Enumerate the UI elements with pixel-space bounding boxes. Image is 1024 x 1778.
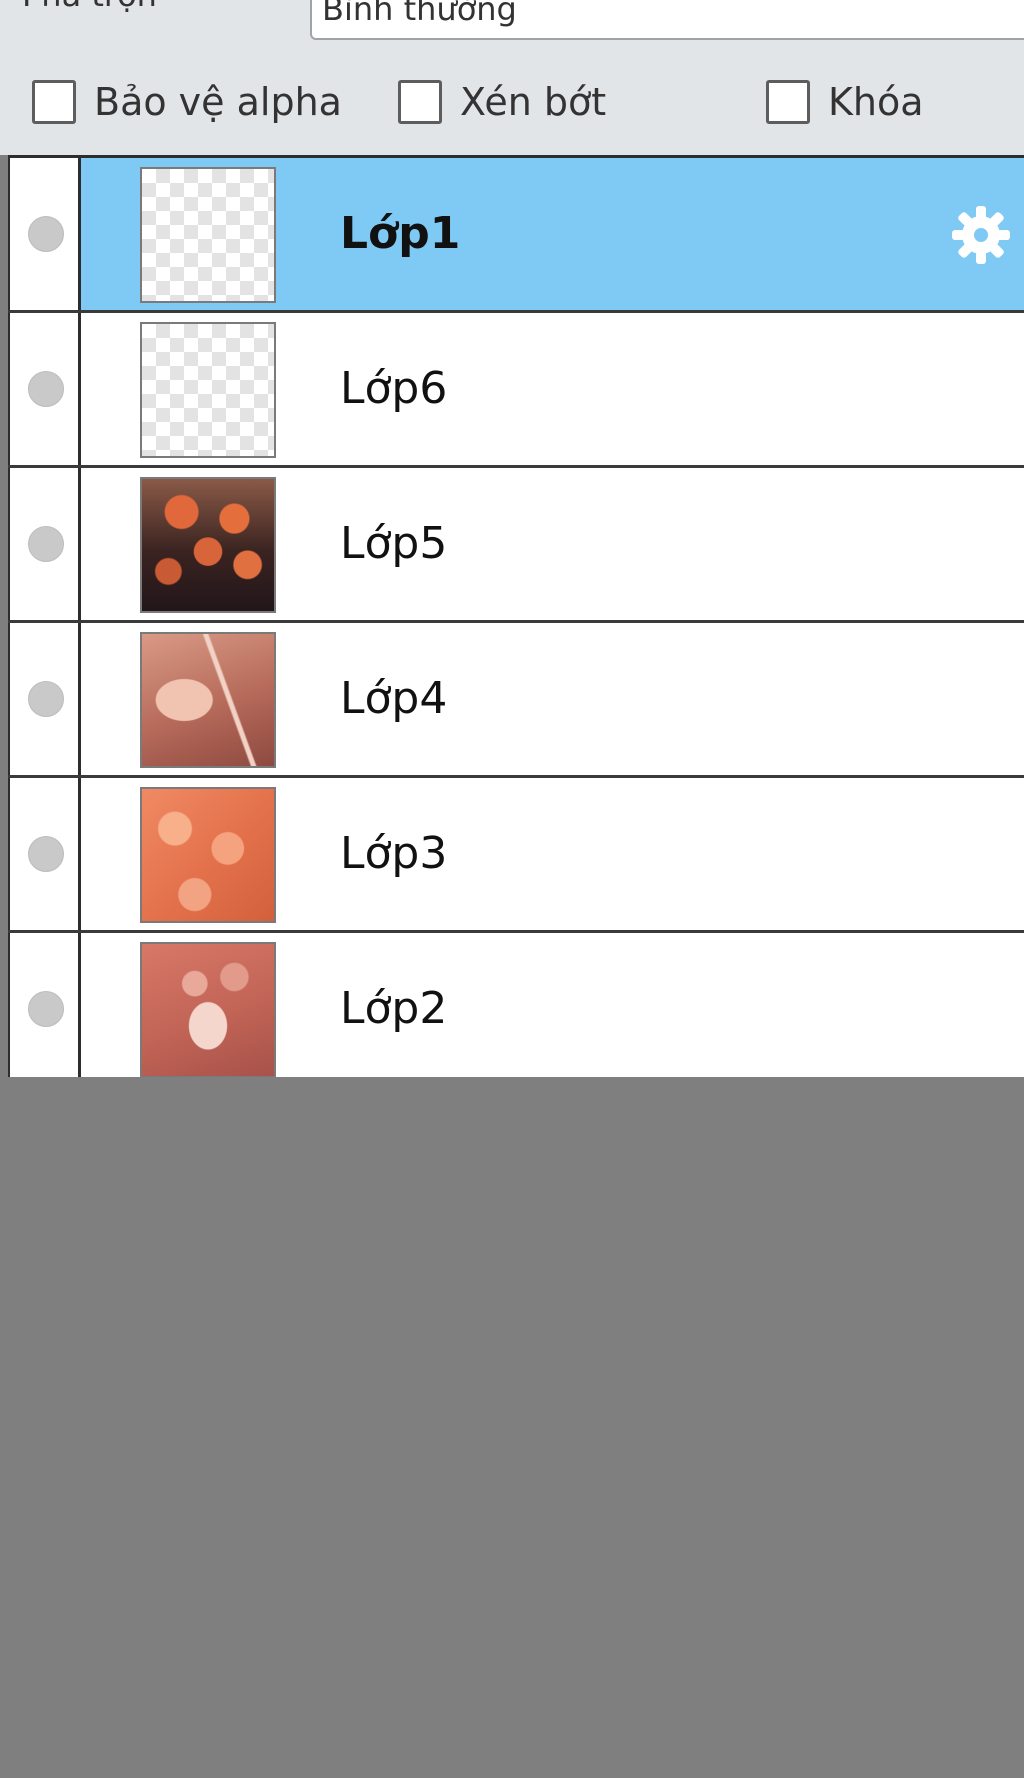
layer-options-bar: Pha trộn Bình thường Bảo vệ alpha Xén bớ… [0,0,1024,155]
visibility-toggle-icon[interactable] [28,216,64,252]
layer-thumbnail [140,632,276,768]
lock-label: Khóa [828,80,924,124]
layer-name: Lớp3 [340,828,448,879]
visibility-cell[interactable] [8,468,81,620]
clip-checkbox[interactable] [398,80,442,124]
layer-name: Lớp5 [340,518,448,569]
layer-row-lop3[interactable]: Lớp3 [8,778,1024,933]
layer-thumbnail [140,322,276,458]
lock-option[interactable]: Khóa [766,77,924,127]
clip-label: Xén bớt [460,80,607,124]
layer-row-lop5[interactable]: Lớp5 [8,468,1024,623]
blend-mode-value: Bình thường [322,0,517,28]
clip-option[interactable]: Xén bớt [398,77,606,127]
visibility-cell[interactable] [8,158,81,310]
blend-mode-label: Pha trộn [22,0,157,16]
layer-thumbnail [140,167,276,303]
visibility-toggle-icon[interactable] [28,526,64,562]
visibility-cell[interactable] [8,933,81,1085]
layer-name: Lớp4 [340,673,448,724]
visibility-cell[interactable] [8,778,81,930]
visibility-toggle-icon[interactable] [28,681,64,717]
layer-thumbnail [140,942,276,1078]
layer-thumbnail [140,787,276,923]
layer-list: Lớp1 Lớp6 Lớp5 Lớp4 Lớp3 Lớp2 [8,155,1024,1088]
visibility-toggle-icon[interactable] [28,371,64,407]
layer-thumbnail [140,477,276,613]
alpha-protect-label: Bảo vệ alpha [94,80,342,124]
layer-name: Lớp1 [340,208,461,259]
alpha-protect-option[interactable]: Bảo vệ alpha [32,77,342,127]
visibility-toggle-icon[interactable] [28,836,64,872]
layer-row-lop6[interactable]: Lớp6 [8,313,1024,468]
gear-icon[interactable] [948,202,1014,268]
alpha-protect-checkbox[interactable] [32,80,76,124]
layer-row-lop1[interactable]: Lớp1 [8,158,1024,313]
layer-row-lop2[interactable]: Lớp2 [8,933,1024,1088]
lock-checkbox[interactable] [766,80,810,124]
layer-name: Lớp2 [340,983,448,1034]
empty-layer-area [0,1077,1024,1778]
blend-mode-select[interactable]: Bình thường [310,0,1024,40]
visibility-cell[interactable] [8,623,81,775]
layer-row-lop4[interactable]: Lớp4 [8,623,1024,778]
layer-name: Lớp6 [340,363,448,414]
visibility-toggle-icon[interactable] [28,991,64,1027]
visibility-cell[interactable] [8,313,81,465]
